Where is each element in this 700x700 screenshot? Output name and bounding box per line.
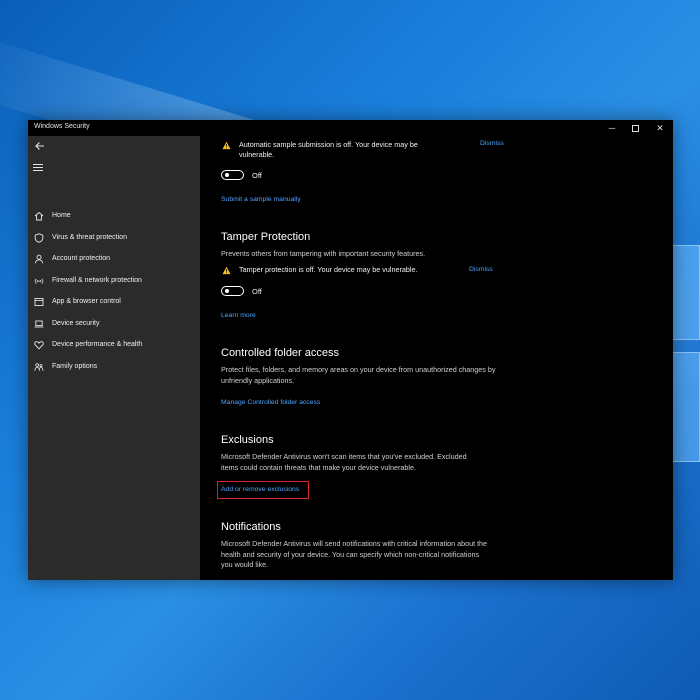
- sidebar: Home Virus & threat protection Account p…: [28, 136, 200, 580]
- window-title: Windows Security: [34, 123, 90, 130]
- controlled-folder-access-description: Protect files, folders, and memory areas…: [221, 365, 496, 385]
- sidebar-item-account[interactable]: Account protection: [28, 249, 200, 268]
- main-content: Automatic sample submission is off. Your…: [200, 136, 672, 580]
- sidebar-item-app-browser[interactable]: App & browser control: [28, 292, 200, 311]
- back-arrow-icon: [35, 142, 44, 150]
- sidebar-item-performance-health[interactable]: Device performance & health: [28, 335, 200, 354]
- dismiss-tamper-warning-link[interactable]: Dismiss: [469, 266, 493, 273]
- dismiss-sample-warning-link[interactable]: Dismiss: [480, 140, 504, 147]
- toggle-state-label: Off: [252, 286, 262, 296]
- submit-sample-link[interactable]: Submit a sample manually: [221, 196, 301, 203]
- sidebar-item-device-security[interactable]: Device security: [28, 314, 200, 333]
- sidebar-item-label: Family options: [52, 363, 98, 370]
- sidebar-item-family[interactable]: Family options: [28, 357, 200, 376]
- back-button[interactable]: [33, 139, 47, 153]
- tamper-protection-heading: Tamper Protection: [221, 231, 311, 243]
- sample-submission-toggle-row: Off: [221, 170, 262, 180]
- notifications-heading: Notifications: [221, 521, 281, 533]
- warning-text: Tamper protection is off. Your device ma…: [239, 265, 418, 274]
- title-bar: Windows Security ─ ✕: [28, 120, 673, 136]
- maximize-button[interactable]: [627, 122, 643, 134]
- tamper-warning: Tamper protection is off. Your device ma…: [222, 265, 452, 275]
- notifications-description: Microsoft Defender Antivirus will send n…: [221, 539, 488, 569]
- warning-text: Automatic sample submission is off. Your…: [239, 140, 418, 159]
- minimize-button[interactable]: ─: [604, 122, 620, 134]
- warning-icon: [222, 141, 231, 150]
- windows-security-window: Windows Security ─ ✕ Home Virus & threat…: [28, 120, 673, 580]
- close-button[interactable]: ✕: [652, 122, 668, 134]
- menu-button[interactable]: [33, 164, 45, 174]
- tamper-protection-description: Prevents others from tampering with impo…: [221, 249, 426, 258]
- heart-icon: [33, 339, 45, 351]
- manage-controlled-folder-access-link[interactable]: Manage Controlled folder access: [221, 399, 320, 406]
- exclusions-description: Microsoft Defender Antivirus won't scan …: [221, 452, 467, 472]
- sidebar-item-home[interactable]: Home: [28, 206, 200, 225]
- home-icon: [33, 210, 45, 222]
- browser-icon: [33, 296, 45, 308]
- sidebar-item-label: Account protection: [52, 255, 110, 262]
- sidebar-item-label: Device security: [52, 320, 100, 327]
- learn-more-link[interactable]: Learn more: [221, 312, 256, 319]
- windows-logo-pane: [672, 245, 700, 340]
- sidebar-item-label: Device performance & health: [52, 341, 143, 348]
- family-icon: [33, 361, 45, 373]
- sidebar-item-firewall[interactable]: Firewall & network protection: [28, 271, 200, 290]
- sidebar-item-label: Virus & threat protection: [52, 234, 127, 241]
- sample-submission-toggle[interactable]: [221, 170, 244, 180]
- shield-icon: [33, 232, 45, 244]
- sidebar-item-virus-threat[interactable]: Virus & threat protection: [28, 228, 200, 247]
- laptop-icon: [33, 318, 45, 330]
- person-icon: [33, 253, 45, 265]
- wifi-icon: [33, 275, 45, 287]
- hamburger-icon: [33, 164, 43, 165]
- sidebar-item-label: App & browser control: [52, 298, 121, 305]
- controlled-folder-access-heading: Controlled folder access: [221, 347, 340, 359]
- warning-icon: [222, 266, 231, 275]
- sample-submission-warning: Automatic sample submission is off. Your…: [222, 140, 472, 160]
- windows-logo-pane: [672, 352, 700, 462]
- sidebar-item-label: Firewall & network protection: [52, 277, 142, 284]
- tamper-protection-toggle-row: Off: [221, 286, 262, 296]
- maximize-icon: [631, 125, 639, 133]
- sidebar-item-label: Home: [52, 212, 71, 219]
- tamper-protection-toggle[interactable]: [221, 286, 244, 296]
- exclusions-heading: Exclusions: [221, 434, 274, 446]
- toggle-state-label: Off: [252, 170, 262, 180]
- add-or-remove-exclusions-link[interactable]: Add or remove exclusions: [221, 486, 299, 493]
